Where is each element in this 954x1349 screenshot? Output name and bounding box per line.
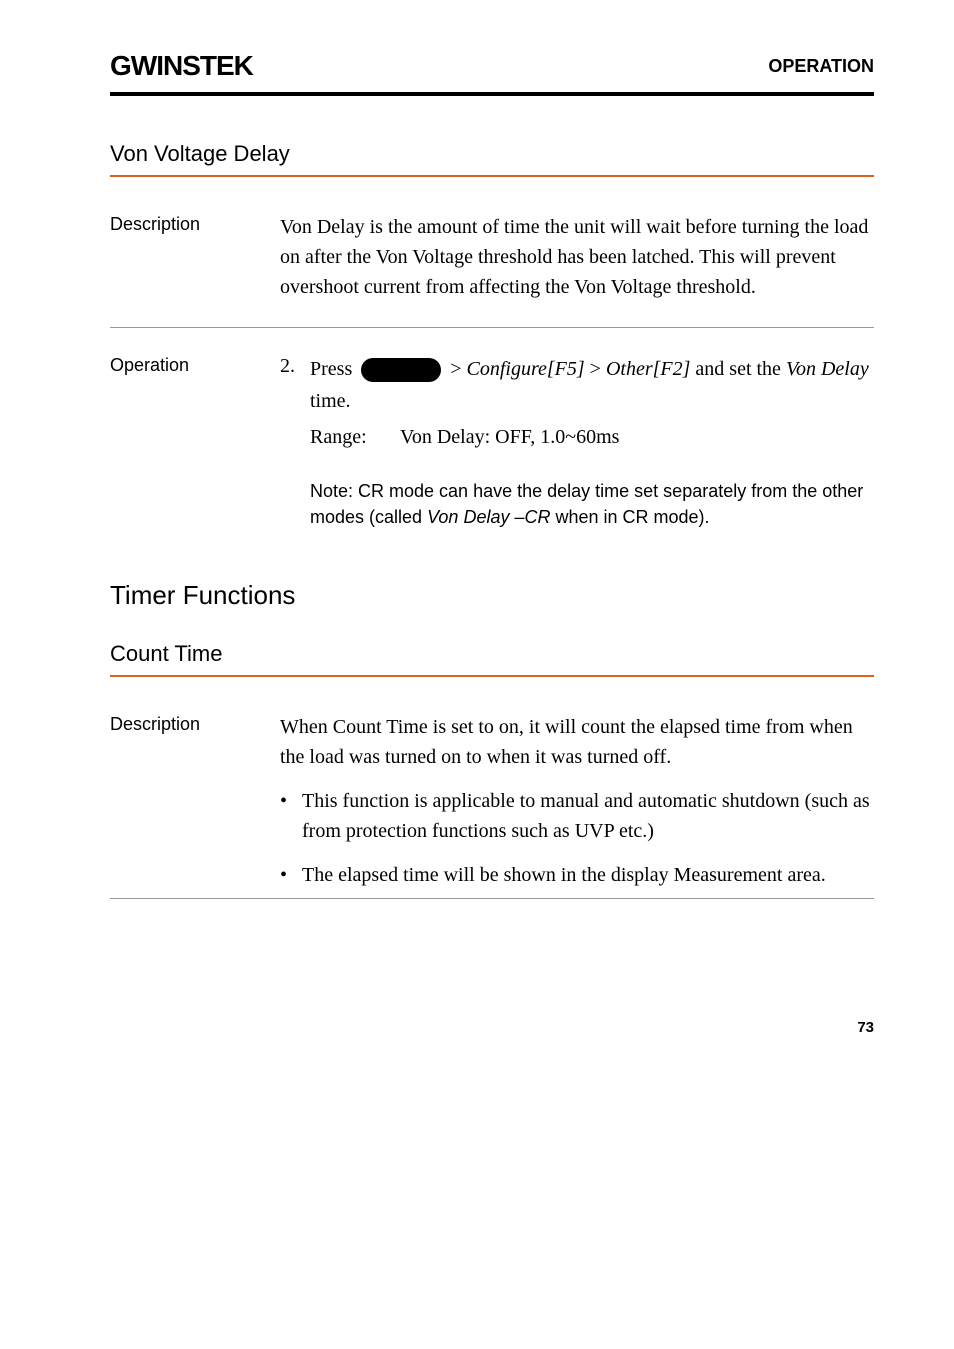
note-text: Note: CR mode can have the delay time se…	[310, 478, 874, 530]
section-heading: Count Time	[110, 641, 874, 667]
page-header: GWINSTEK OPERATION	[110, 50, 874, 96]
bullet-text: This function is applicable to manual an…	[302, 786, 874, 846]
operation-label: Operation	[110, 353, 280, 530]
gt-1: >	[450, 358, 466, 380]
description-text: When Count Time is set to on, it will co…	[280, 712, 874, 772]
von-voltage-delay-section: Von Voltage Delay Description Von Delay …	[110, 141, 874, 530]
time-text: time.	[310, 390, 351, 412]
and-text: and set the	[695, 358, 786, 380]
description-row: Description When Count Time is set to on…	[110, 712, 874, 890]
von-delay-text: Von Delay	[786, 358, 869, 380]
gt-2: >	[590, 358, 606, 380]
note-italic: Von Delay –CR	[427, 507, 555, 527]
note-suffix: when in CR mode).	[555, 507, 709, 527]
bullet-icon: •	[280, 860, 302, 890]
divider	[110, 327, 874, 328]
section-heading: Von Voltage Delay	[110, 141, 874, 167]
press-text: Press	[310, 358, 352, 380]
path-other: Other[F2]	[606, 358, 690, 380]
description-label: Description	[110, 212, 280, 302]
bullet-text: The elapsed time will be shown in the di…	[302, 860, 874, 890]
button-icon	[361, 358, 441, 382]
bullet-row: • This function is applicable to manual …	[280, 786, 874, 846]
range-row: Range: Von Delay: OFF, 1.0~60ms	[310, 421, 874, 453]
path-configure: Configure[F5]	[467, 358, 585, 380]
description-row: Description Von Delay is the amount of t…	[110, 212, 874, 302]
bullet-row: • The elapsed time will be shown in the …	[280, 860, 874, 890]
description-label: Description	[110, 712, 280, 890]
page-number: 73	[110, 1019, 874, 1036]
description-text: Von Delay is the amount of time the unit…	[280, 212, 874, 302]
description-content: When Count Time is set to on, it will co…	[280, 712, 874, 890]
operation-content: Press > Configure[F5] > Other[F2] and se…	[310, 353, 874, 530]
section-label: OPERATION	[768, 56, 874, 77]
range-label: Range:	[310, 421, 400, 453]
count-time-section: Count Time Description When Count Time i…	[110, 641, 874, 899]
range-value: Von Delay: OFF, 1.0~60ms	[400, 421, 619, 453]
divider	[110, 898, 874, 899]
divider	[110, 675, 874, 677]
brand-logo: GWINSTEK	[110, 50, 253, 82]
divider	[110, 175, 874, 177]
operation-row: Operation 2. Press > Configure[F5] > Oth…	[110, 353, 874, 530]
timer-functions-heading: Timer Functions	[110, 580, 874, 611]
bullet-icon: •	[280, 786, 302, 846]
step-number: 2.	[280, 353, 310, 530]
